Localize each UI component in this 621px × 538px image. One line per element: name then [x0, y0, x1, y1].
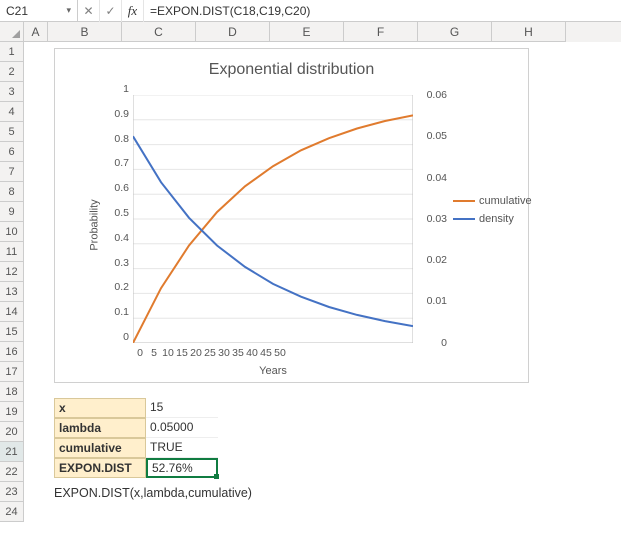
cell-B19[interactable]: lambda — [54, 418, 146, 438]
row-header[interactable]: 8 — [0, 182, 24, 202]
series-cumulative — [133, 115, 413, 343]
x-axis: 0 5 10 15 20 25 30 35 40 45 50 — [133, 347, 413, 359]
col-header-E[interactable]: E — [270, 22, 344, 42]
legend-label: density — [479, 213, 514, 225]
cell-B21[interactable]: EXPON.DIST — [54, 458, 146, 478]
col-header-F[interactable]: F — [344, 22, 418, 42]
cancel-formula-button[interactable]: ✕ — [78, 0, 100, 22]
row-header[interactable]: 17 — [0, 362, 24, 382]
row-header[interactable]: 10 — [0, 222, 24, 242]
chart-legend: cumulative density — [453, 189, 532, 231]
row-header[interactable]: 5 — [0, 122, 24, 142]
table-row: x 15 — [54, 398, 218, 418]
y-tick-label: 0.02 — [427, 254, 447, 266]
legend-swatch — [453, 218, 475, 220]
select-all-corner[interactable] — [0, 22, 24, 42]
legend-item-density: density — [453, 213, 532, 225]
y-tick-label: 0.04 — [427, 172, 447, 184]
row-header[interactable]: 21 — [0, 442, 24, 462]
row-header[interactable]: 3 — [0, 82, 24, 102]
x-axis-label: Years — [133, 365, 413, 377]
table-row: cumulative TRUE — [54, 438, 218, 458]
row-header[interactable]: 7 — [0, 162, 24, 182]
col-header-G[interactable]: G — [418, 22, 492, 42]
row-header[interactable]: 2 — [0, 62, 24, 82]
table-row: EXPON.DIST 52.76% — [54, 458, 218, 478]
name-box[interactable]: C21 ▾ — [0, 0, 78, 22]
row-header[interactable]: 15 — [0, 322, 24, 342]
y-tick-label: 0.03 — [427, 213, 447, 225]
row-header[interactable]: 13 — [0, 282, 24, 302]
row-header[interactable]: 24 — [0, 502, 24, 522]
plot-area — [133, 95, 413, 343]
chart-title: Exponential distribution — [55, 49, 528, 79]
table-row: lambda 0.05000 — [54, 418, 218, 438]
parameter-table: x 15 lambda 0.05000 cumulative TRUE EXPO… — [54, 398, 218, 478]
cell-C19[interactable]: 0.05000 — [146, 418, 218, 438]
col-header-A[interactable]: A — [24, 22, 48, 42]
fx-icon[interactable]: fx — [122, 0, 144, 22]
cell-B18[interactable]: x — [54, 398, 146, 418]
formula-bar: C21 ▾ ✕ ✓ fx =EXPON.DIST(C18,C19,C20) — [0, 0, 621, 22]
y-tick-label: 0 — [441, 337, 447, 349]
y-tick-label: 0.06 — [427, 89, 447, 101]
y-axis-label: Probability — [89, 199, 101, 250]
column-headers: A B C D E F G H — [0, 22, 621, 42]
y-axis-right: 0.06 0.05 0.04 0.03 0.02 0.01 0 — [417, 95, 447, 384]
col-header-H[interactable]: H — [492, 22, 566, 42]
row-header[interactable]: 19 — [0, 402, 24, 422]
col-header-C[interactable]: C — [122, 22, 196, 42]
col-header-B[interactable]: B — [48, 22, 122, 42]
cell-B20[interactable]: cumulative — [54, 438, 146, 458]
legend-swatch — [453, 200, 475, 202]
chart-exponential-distribution[interactable]: Exponential distribution 1 0.9 0.8 0.7 0… — [54, 48, 529, 383]
row-header[interactable]: 11 — [0, 242, 24, 262]
row-header[interactable]: 12 — [0, 262, 24, 282]
cell-C18[interactable]: 15 — [146, 398, 218, 418]
cell-C21-selected[interactable]: 52.76% — [146, 458, 218, 478]
row-header[interactable]: 14 — [0, 302, 24, 322]
row-header[interactable]: 9 — [0, 202, 24, 222]
legend-item-cumulative: cumulative — [453, 195, 532, 207]
y-axis-left: 1 0.9 0.8 0.7 0.6 0.5 0.4 0.3 0.2 0.1 0 — [101, 95, 129, 368]
row-header[interactable]: 20 — [0, 422, 24, 442]
formula-input[interactable]: =EXPON.DIST(C18,C19,C20) — [144, 0, 621, 22]
x-tick-label: 50 — [266, 347, 294, 359]
name-box-value: C21 — [6, 4, 28, 18]
chart-svg — [133, 95, 413, 343]
y-tick-label: 0.01 — [427, 295, 447, 307]
row-headers: 1 2 3 4 5 6 7 8 9 10 11 12 13 14 15 16 1… — [0, 42, 24, 522]
cell-B23-syntax[interactable]: EXPON.DIST(x,lambda,cumulative) — [54, 486, 252, 500]
series-density — [133, 136, 413, 326]
legend-label: cumulative — [479, 195, 532, 207]
row-header[interactable]: 22 — [0, 462, 24, 482]
row-header[interactable]: 18 — [0, 382, 24, 402]
row-header[interactable]: 23 — [0, 482, 24, 502]
chevron-down-icon: ▾ — [66, 5, 71, 16]
y-tick-label: 0.05 — [427, 130, 447, 142]
cell-C20[interactable]: TRUE — [146, 438, 218, 458]
col-header-D[interactable]: D — [196, 22, 270, 42]
row-header[interactable]: 4 — [0, 102, 24, 122]
accept-formula-button[interactable]: ✓ — [100, 0, 122, 22]
row-header[interactable]: 6 — [0, 142, 24, 162]
row-header[interactable]: 16 — [0, 342, 24, 362]
spreadsheet-grid: A B C D E F G H 1 2 3 4 5 6 7 8 9 10 11 … — [0, 22, 621, 42]
row-header[interactable]: 1 — [0, 42, 24, 62]
